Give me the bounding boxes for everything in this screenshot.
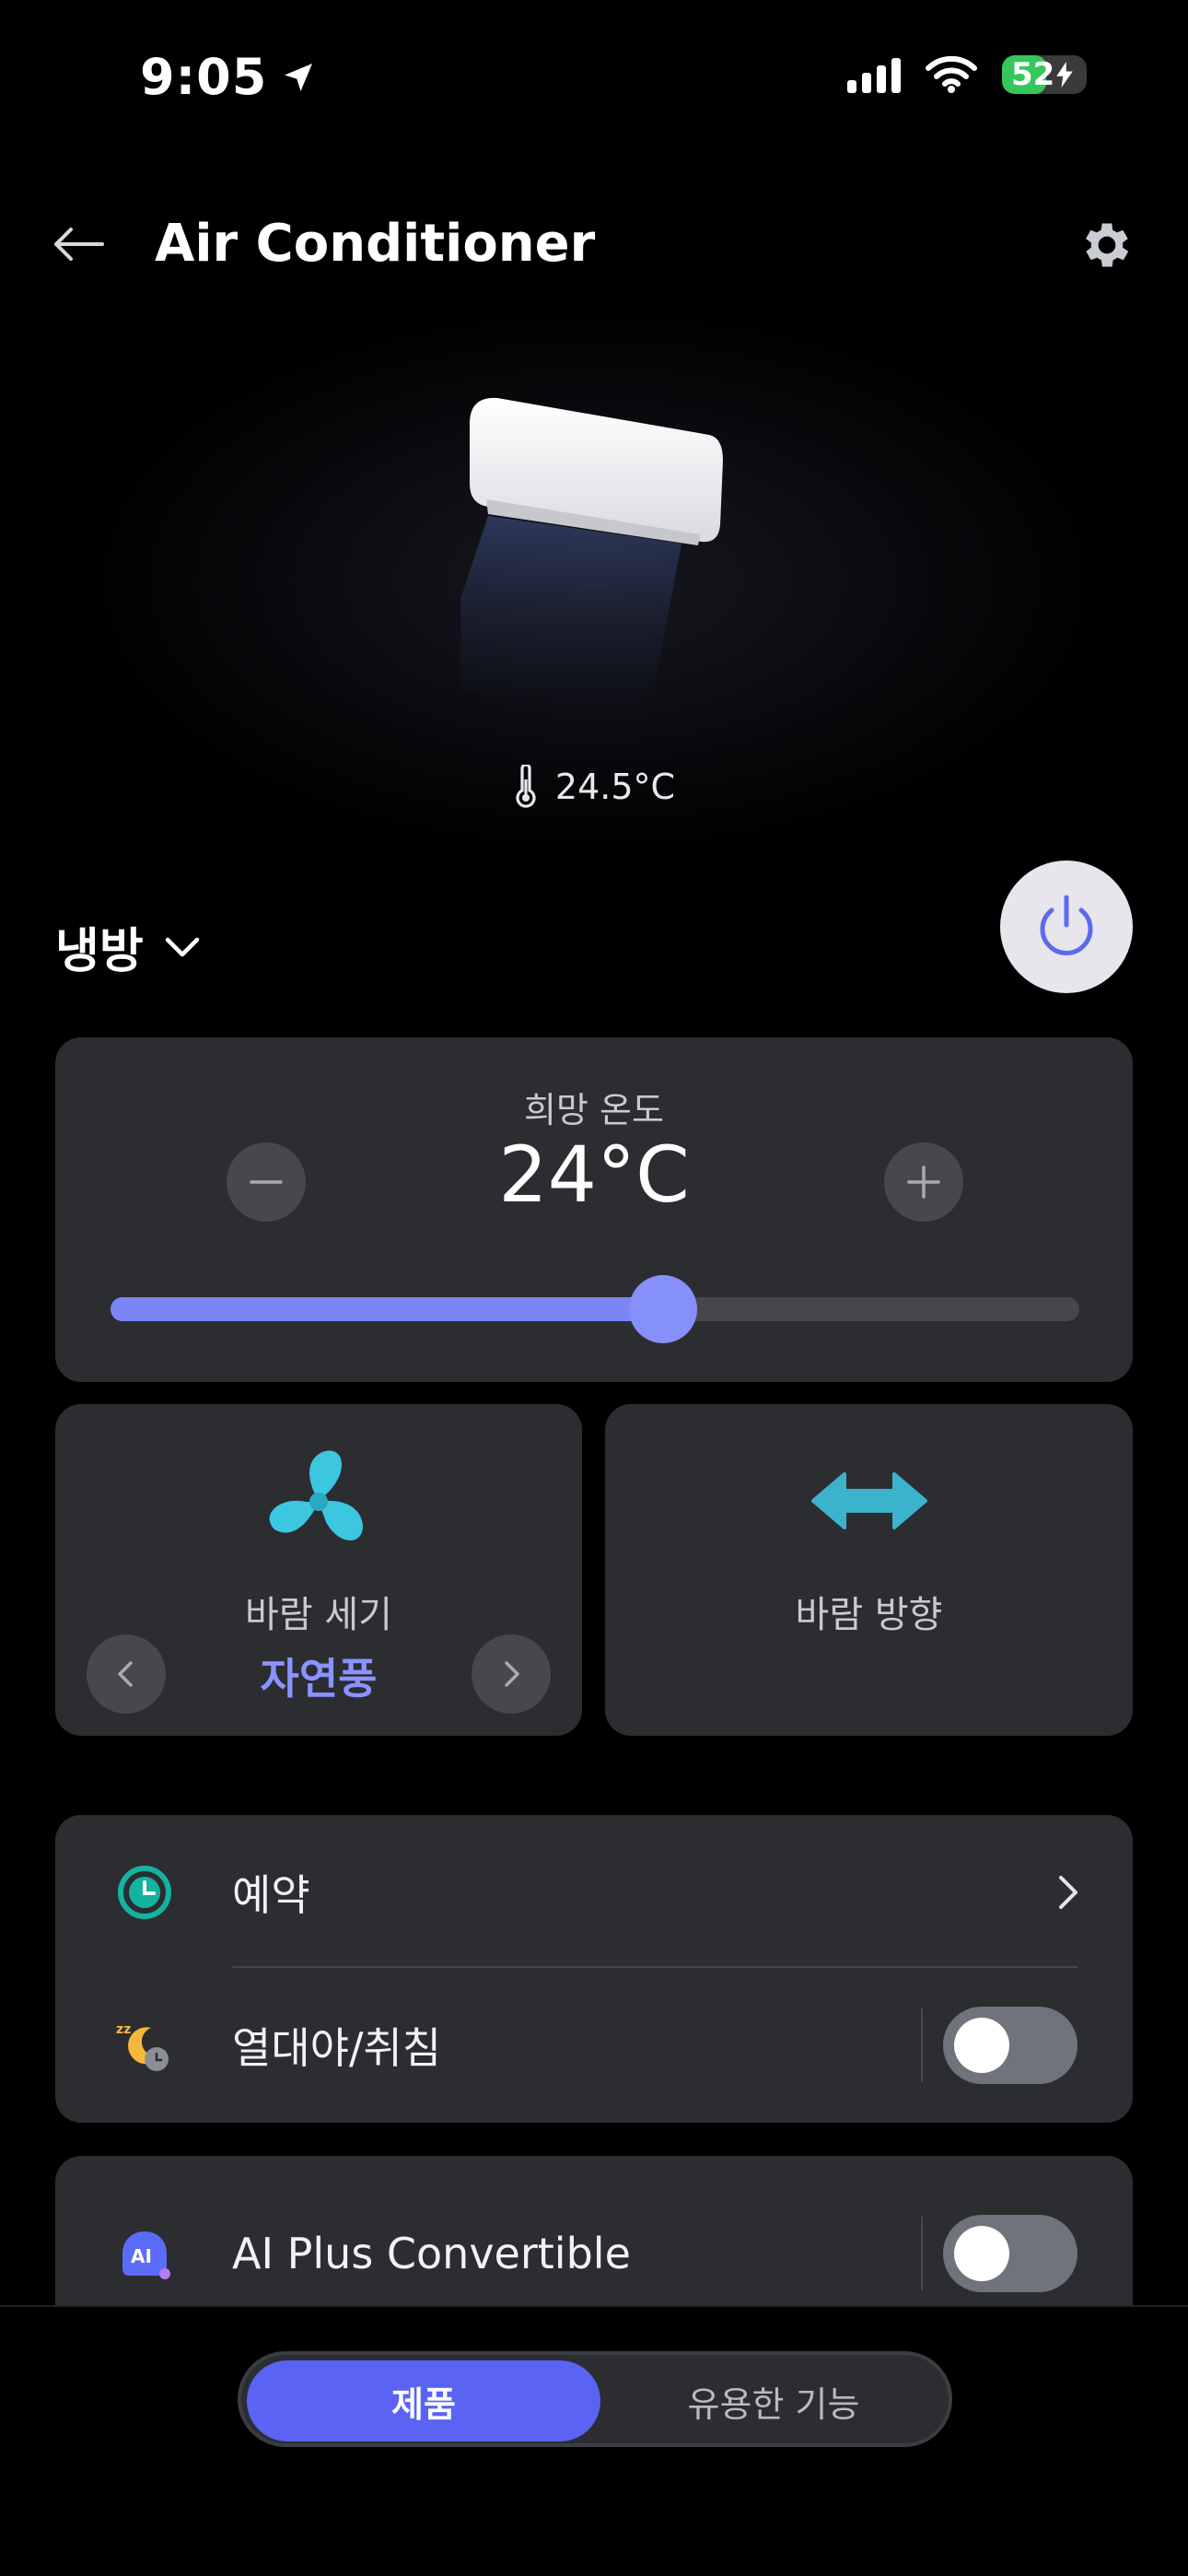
tab-product[interactable]: 제품 <box>247 2360 600 2441</box>
row-divider <box>232 1966 1077 1968</box>
reservation-row[interactable]: 예약 <box>55 1819 1133 1966</box>
svg-text:AI: AI <box>131 2245 152 2267</box>
air-conditioner-illustration <box>460 397 723 737</box>
reservation-label: 예약 <box>232 1870 310 1920</box>
gear-icon <box>1086 223 1129 267</box>
chevron-right-icon <box>505 1661 519 1687</box>
mode-label: 냉방 <box>55 924 144 979</box>
wifi-icon <box>926 55 977 93</box>
status-time: 9:05 <box>140 48 268 106</box>
sleep-mode-row: zz 열대야/취침 <box>55 1972 1133 2119</box>
status-icons: 52 <box>847 55 1087 94</box>
back-button[interactable] <box>46 212 111 276</box>
room-temperature-value: 24.5°C <box>554 767 676 807</box>
battery-level: 52 <box>1011 56 1055 93</box>
ai-plus-label: AI Plus Convertible <box>232 2229 631 2278</box>
tab-useful-features[interactable]: 유용한 기능 <box>600 2360 947 2441</box>
status-time-group: 9:05 <box>140 48 317 106</box>
fan-speed-next-button[interactable] <box>472 1634 551 1714</box>
bottom-tab-bar: 제품 유용한 기능 <box>0 2305 1188 2576</box>
chevron-right-icon <box>1059 1876 1077 1909</box>
target-temperature-label: 희망 온도 <box>524 1090 664 1130</box>
chevron-down-icon <box>165 937 199 956</box>
chevron-left-icon <box>118 1661 133 1687</box>
fan-speed-label: 바람 세기 <box>245 1594 392 1636</box>
room-temperature: 24.5°C <box>0 765 1188 809</box>
decrease-temperature-button[interactable] <box>227 1142 306 1222</box>
svg-text:zz: zz <box>116 2022 131 2037</box>
mode-dropdown[interactable]: 냉방 <box>55 912 201 981</box>
page-title: Air Conditioner <box>155 214 596 274</box>
temperature-slider[interactable] <box>111 1275 1079 1343</box>
settings-button[interactable] <box>1072 210 1142 280</box>
fan-icon <box>269 1450 363 1541</box>
fan-speed-previous-button[interactable] <box>87 1634 166 1714</box>
separator <box>921 2217 923 2290</box>
temperature-slider-thumb[interactable] <box>628 1275 697 1343</box>
fan-speed-card[interactable]: 바람 세기 자연풍 <box>55 1404 582 1736</box>
settings-list-card: 예약 zz 열대야/취침 <box>55 1815 1133 2123</box>
power-button[interactable] <box>1000 861 1133 993</box>
sleep-mode-toggle[interactable] <box>943 2007 1077 2084</box>
clock-icon <box>114 1862 175 1923</box>
battery-icon: 52 <box>1002 55 1087 94</box>
charging-bolt-icon <box>1056 62 1074 88</box>
target-temperature-value: 24°C <box>498 1130 690 1220</box>
increase-temperature-button[interactable] <box>884 1142 963 1222</box>
wind-direction-card[interactable]: 바람 방향 <box>605 1404 1133 1736</box>
power-icon <box>1040 895 1093 955</box>
segmented-control: 제품 유용한 기능 <box>238 2351 952 2447</box>
sleep-mode-label: 열대야/취침 <box>232 2023 442 2073</box>
plus-icon <box>907 1165 940 1199</box>
header: Air Conditioner <box>0 184 1188 304</box>
device-hero-image: 24.5°C <box>0 304 1188 857</box>
location-arrow-icon <box>285 63 313 91</box>
ai-plus-toggle[interactable] <box>943 2215 1077 2292</box>
separator <box>921 2008 923 2082</box>
minus-icon <box>250 1180 283 1184</box>
horizontal-arrows-icon <box>810 1472 927 1529</box>
moon-sleep-icon: zz <box>114 2015 175 2076</box>
status-bar: 9:05 52 <box>0 0 1188 157</box>
wind-direction-label: 바람 방향 <box>795 1594 943 1636</box>
back-arrow-icon <box>54 228 104 261</box>
temperature-slider-fill <box>111 1297 663 1321</box>
target-temperature-card: 희망 온도 24°C <box>55 1037 1133 1382</box>
thermometer-icon <box>516 765 536 808</box>
ai-icon: AI <box>114 2223 175 2284</box>
cellular-signal-icon <box>847 56 901 93</box>
